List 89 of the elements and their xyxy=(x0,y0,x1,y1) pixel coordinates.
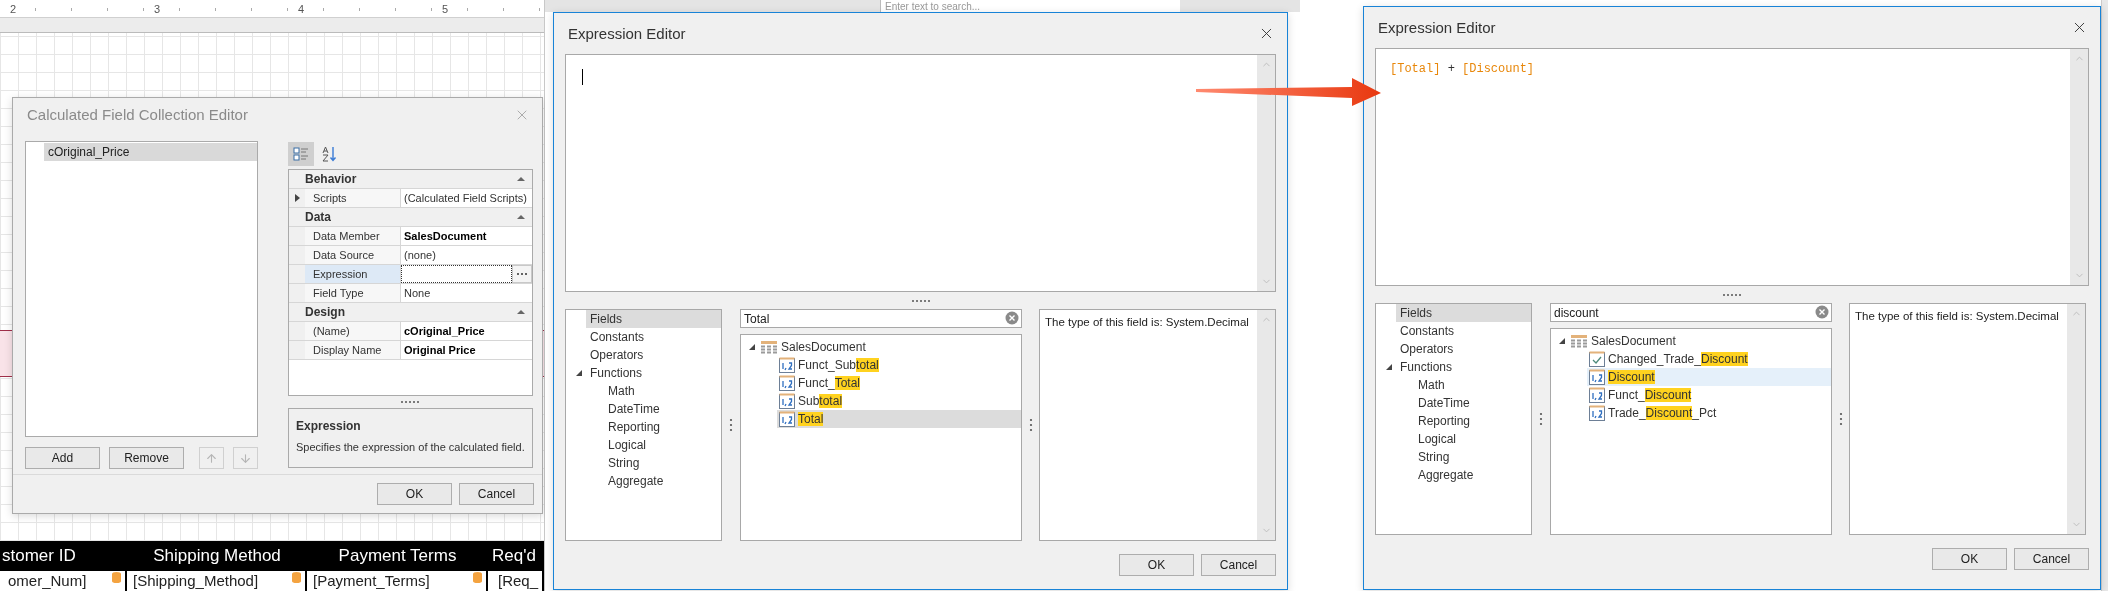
field-name: Changed_Trade_Discount xyxy=(1608,352,1748,366)
category-row[interactable]: Behavior xyxy=(289,170,532,189)
category-item[interactable]: Reporting xyxy=(1414,412,1531,430)
tree-item[interactable]: Total xyxy=(777,410,1021,428)
dialog-title: Expression Editor xyxy=(568,25,686,42)
category-item[interactable]: Constants xyxy=(586,328,721,346)
property-value[interactable]: Original Price xyxy=(404,344,476,356)
action-button[interactable]: Add xyxy=(25,447,100,469)
category-item[interactable]: Constants xyxy=(1396,322,1531,340)
property-value[interactable]: SalesDocument xyxy=(404,230,487,242)
cancel-button[interactable]: Cancel xyxy=(459,483,534,505)
table-cell: omer_Num] xyxy=(8,572,87,590)
category-item[interactable]: Fields xyxy=(586,310,721,328)
property-row[interactable]: (Name) cOriginal_Price xyxy=(289,322,532,341)
category-item[interactable]: DateTime xyxy=(604,400,721,418)
property-row[interactable]: Data Source (none) xyxy=(289,246,532,265)
ok-button[interactable]: OK xyxy=(1119,554,1194,576)
table-cell: [Shipping_Method] xyxy=(133,572,259,590)
category-label: Design xyxy=(305,305,345,319)
tree-item[interactable]: Changed_Trade_Discount xyxy=(1587,350,1831,368)
category-item[interactable]: Operators xyxy=(586,346,721,364)
ok-button[interactable]: OK xyxy=(377,483,452,505)
search-field[interactable]: discount xyxy=(1550,303,1832,322)
category-item[interactable]: String xyxy=(1414,448,1531,466)
search-field[interactable]: Total xyxy=(740,309,1022,328)
category-item[interactable]: DateTime xyxy=(1414,394,1531,412)
cancel-button[interactable]: Cancel xyxy=(1201,554,1276,576)
property-row[interactable]: Display Name Original Price xyxy=(289,341,532,360)
category-item[interactable]: Logical xyxy=(1414,430,1531,448)
property-row[interactable]: Scripts (Calculated Field Scripts) xyxy=(289,189,532,208)
category-item[interactable]: Math xyxy=(1414,376,1531,394)
expression-editor[interactable]: [Total] + [Discount] xyxy=(1375,48,2089,286)
property-name: Data Member xyxy=(305,227,401,245)
search-field[interactable]: Enter text to search... xyxy=(880,0,1180,12)
property-name: Scripts xyxy=(305,189,401,207)
tree-item[interactable]: Discount xyxy=(1587,368,1831,386)
property-name: Display Name xyxy=(305,341,401,359)
column-header: stomer ID xyxy=(2,546,76,566)
category-item[interactable]: Aggregate xyxy=(1414,466,1531,484)
action-button[interactable]: Remove xyxy=(109,447,184,469)
dialog-title: Calculated Field Collection Editor xyxy=(27,106,248,123)
dialog-title: Expression Editor xyxy=(1378,19,1496,36)
category-item[interactable]: Aggregate xyxy=(604,472,721,490)
category-item[interactable]: Fields xyxy=(1396,304,1531,322)
info-text: The type of this field is: System.Decimal xyxy=(1044,315,1250,330)
property-row[interactable]: Data Member SalesDocument xyxy=(289,227,532,246)
cancel-button[interactable]: Cancel xyxy=(2014,548,2089,570)
property-value[interactable]: (none) xyxy=(404,249,436,261)
category-item[interactable]: Operators xyxy=(1396,340,1531,358)
property-value[interactable]: (Calculated Field Scripts) xyxy=(404,192,527,204)
category-item[interactable]: Math xyxy=(604,382,721,400)
ruler-label: 4 xyxy=(296,2,307,15)
property-name: (Name) xyxy=(305,322,401,340)
property-name: Expression xyxy=(305,265,401,283)
info-text: The type of this field is: System.Decimal xyxy=(1854,309,2060,324)
property-name: Field Type xyxy=(305,284,401,302)
category-item[interactable]: Reporting xyxy=(604,418,721,436)
description-text: Specifies the expression of the calculated field. xyxy=(296,441,525,453)
category-item[interactable]: Functions xyxy=(586,364,721,382)
field-name: Funct_Total xyxy=(798,376,861,390)
column-header: Req'd xyxy=(492,546,536,566)
property-row[interactable]: Field Type None xyxy=(289,284,532,303)
property-row[interactable]: Expression xyxy=(289,265,532,284)
table-name[interactable]: SalesDocument xyxy=(781,340,866,354)
expression-text: [Total] + [Discount] xyxy=(1390,62,1535,76)
table-cell: [Req_ xyxy=(498,572,539,590)
property-value[interactable]: None xyxy=(404,287,431,299)
category-row[interactable]: Design xyxy=(289,303,532,322)
ruler-label: 2 xyxy=(8,2,19,15)
category-label: Data xyxy=(305,210,331,224)
category-item[interactable]: Logical xyxy=(604,436,721,454)
field-name: Total xyxy=(798,412,824,426)
tree-item[interactable]: Funct_Total xyxy=(777,374,1021,392)
column-header: Shipping Method xyxy=(153,546,281,566)
description-title: Expression xyxy=(296,419,362,433)
table-name[interactable]: SalesDocument xyxy=(1591,334,1676,348)
list-item[interactable]: cOriginal_Price xyxy=(44,143,257,161)
category-item[interactable]: Functions xyxy=(1396,358,1531,376)
property-name: Data Source xyxy=(305,246,401,264)
column-header: Payment Terms xyxy=(338,546,457,566)
ok-button[interactable]: OK xyxy=(1932,548,2007,570)
category-item[interactable]: String xyxy=(604,454,721,472)
ruler-label: 5 xyxy=(440,2,451,15)
property-value[interactable]: cOriginal_Price xyxy=(404,325,485,337)
category-label: Behavior xyxy=(305,172,357,186)
ruler-label: 3 xyxy=(152,2,163,15)
table-cell: [Payment_Terms] xyxy=(313,572,430,590)
category-row[interactable]: Data xyxy=(289,208,532,227)
field-name: Discount xyxy=(1608,370,1655,384)
